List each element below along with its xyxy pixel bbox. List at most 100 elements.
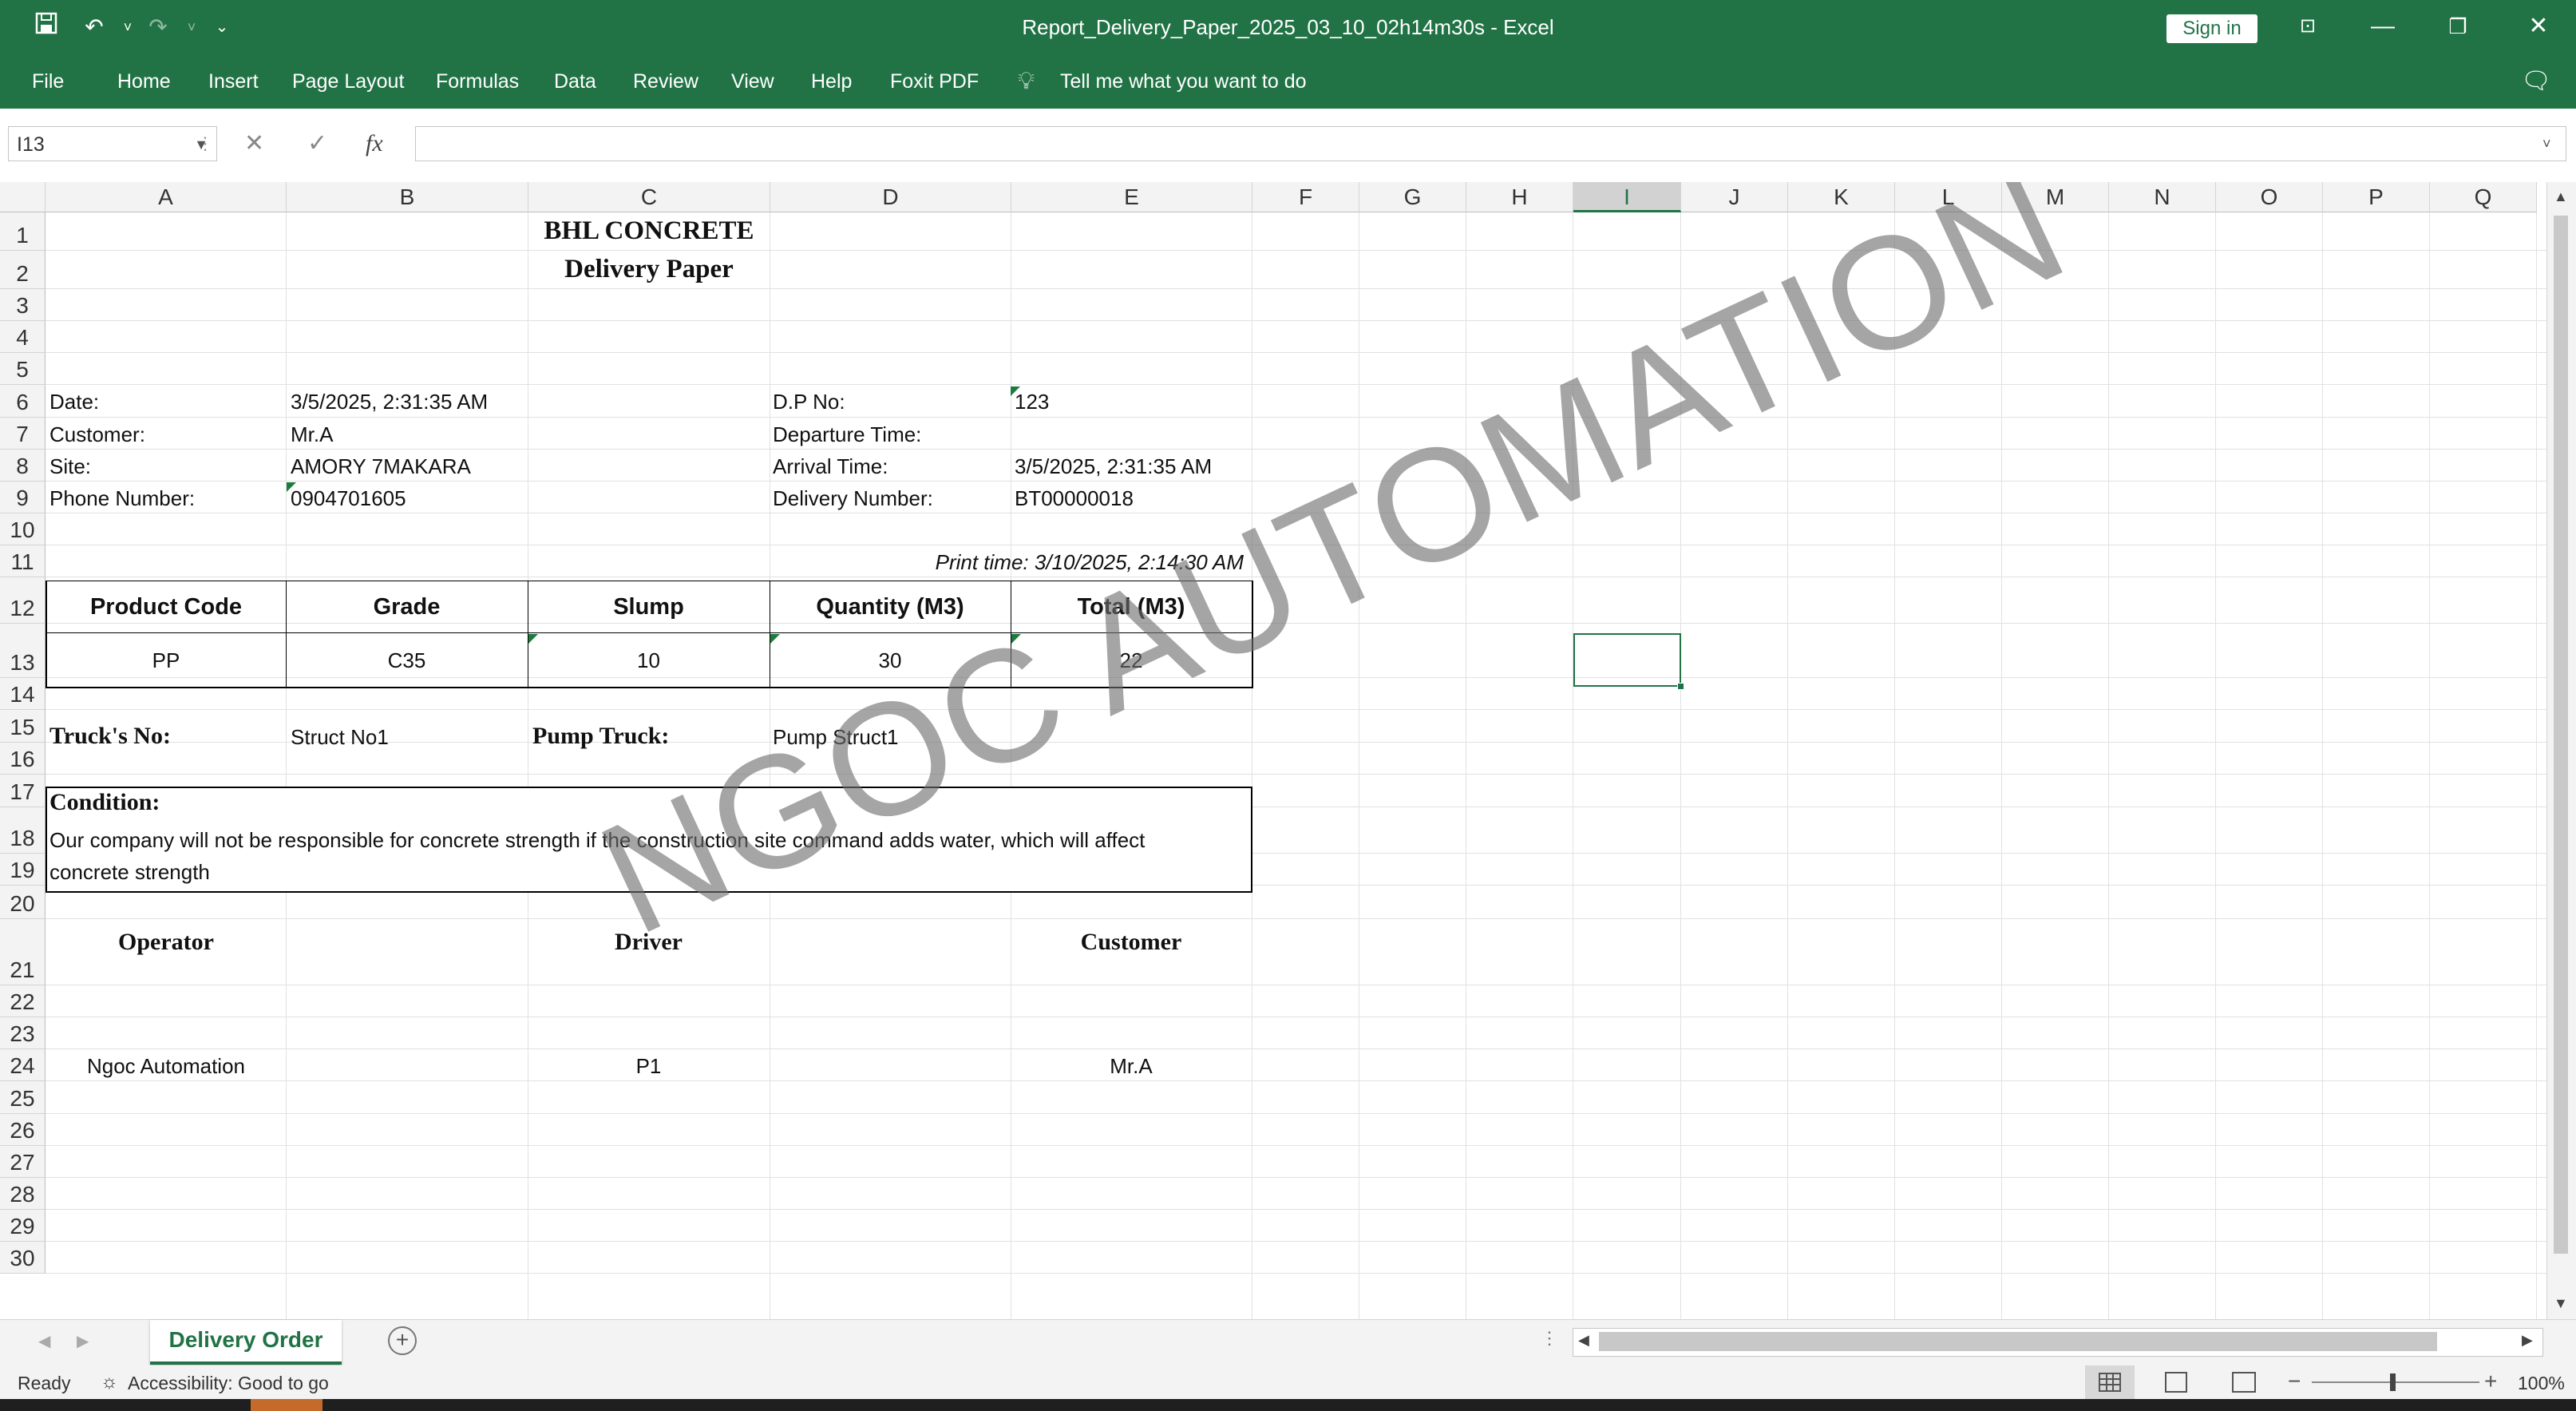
comments-icon[interactable]: 🗨︎ [2521, 54, 2551, 109]
column-header-j[interactable]: J [1681, 182, 1788, 212]
row-header-30[interactable]: 30 [0, 1242, 46, 1274]
row-header-2[interactable]: 2 [0, 251, 46, 289]
normal-view-button[interactable] [2085, 1365, 2135, 1399]
row-header-13[interactable]: 13 [0, 624, 46, 678]
dp-label: D.P No: [773, 390, 845, 414]
column-header-c[interactable]: C [528, 182, 770, 212]
scroll-up-icon[interactable]: ▲ [2554, 188, 2568, 205]
worksheet-grid[interactable]: ABCDEFGHIJKLMNOPQ 1 2 3 4 5 6 7 8 9 10 11 12 13 14 15 1… [0, 182, 2546, 1319]
column-header-i[interactable]: I [1573, 182, 1681, 212]
column-header-h[interactable]: H [1466, 182, 1573, 212]
column-header-a[interactable]: A [46, 182, 287, 212]
tab-help[interactable]: Help [811, 54, 852, 109]
horizontal-scroll-thumb[interactable] [1599, 1332, 2437, 1351]
column-header-f[interactable]: F [1252, 182, 1359, 212]
row-header-24[interactable]: 24 [0, 1049, 46, 1081]
insert-function-icon[interactable]: fx [366, 126, 383, 161]
more-options-icon[interactable]: ⋮ [196, 126, 214, 161]
name-box[interactable]: I13 ▼ [8, 126, 217, 161]
row-header-15[interactable]: 15 [0, 710, 46, 743]
row-header-1[interactable]: 1 [0, 212, 46, 251]
tab-home[interactable]: Home [117, 54, 171, 109]
selected-cell[interactable] [1573, 633, 1681, 687]
tell-me-search[interactable]: Tell me what you want to do [1060, 54, 1307, 109]
scroll-down-icon[interactable]: ▼ [2554, 1295, 2568, 1312]
page-break-preview-icon[interactable] [2232, 1372, 2256, 1393]
row-header-17[interactable]: 17 [0, 775, 46, 807]
zoom-in-icon[interactable]: + [2484, 1369, 2497, 1394]
row-header-9[interactable]: 9 [0, 482, 46, 513]
row-header-11[interactable]: 11 [0, 545, 46, 577]
zoom-level[interactable]: 100% [2518, 1373, 2565, 1394]
column-header-b[interactable]: B [287, 182, 528, 212]
confirm-entry-icon[interactable]: ✓ [307, 126, 327, 161]
row-header-21[interactable]: 21 [0, 919, 46, 985]
vertical-scrollbar[interactable]: ▲ ▼ [2546, 182, 2576, 1319]
column-header-q[interactable]: Q [2430, 182, 2537, 212]
accessibility-status[interactable]: Accessibility: Good to go [128, 1373, 329, 1394]
tab-data[interactable]: Data [554, 54, 596, 109]
tab-review[interactable]: Review [633, 54, 698, 109]
tab-foxit-pdf[interactable]: Foxit PDF [890, 54, 979, 109]
column-header-p[interactable]: P [2323, 182, 2430, 212]
restore-button[interactable]: ❐ [2420, 0, 2495, 54]
column-header-n[interactable]: N [2109, 182, 2216, 212]
sign-in-button[interactable]: Sign in [2166, 14, 2257, 43]
column-header-d[interactable]: D [770, 182, 1011, 212]
tab-formulas[interactable]: Formulas [436, 54, 519, 109]
column-header-g[interactable]: G [1359, 182, 1466, 212]
scroll-left-icon[interactable]: ◀ [1578, 1332, 1589, 1349]
minimize-button[interactable]: — [2345, 0, 2420, 54]
column-header-e[interactable]: E [1011, 182, 1252, 212]
row-header-16[interactable]: 16 [0, 743, 46, 775]
row-header-18[interactable]: 18 [0, 807, 46, 854]
cancel-entry-icon[interactable]: ✕ [244, 126, 264, 161]
vertical-scroll-thumb[interactable] [2554, 216, 2568, 1254]
row-header-29[interactable]: 29 [0, 1210, 46, 1242]
site-value: AMORY 7MAKARA [291, 454, 471, 478]
sheet-tab-bar: ◀ ▶ Delivery Order + ⋮ ◀ ▶ [0, 1319, 2576, 1366]
row-header-5[interactable]: 5 [0, 353, 46, 385]
sheet-prev-icon[interactable]: ◀ [38, 1331, 50, 1351]
row-header-6[interactable]: 6 [0, 385, 46, 418]
row-header-22[interactable]: 22 [0, 985, 46, 1017]
tab-view[interactable]: View [731, 54, 774, 109]
row-header-27[interactable]: 27 [0, 1146, 46, 1178]
gridline [46, 1145, 2546, 1146]
row-header-19[interactable]: 19 [0, 854, 46, 886]
formula-input[interactable] [415, 126, 2566, 161]
add-sheet-icon[interactable]: + [388, 1326, 417, 1355]
page-layout-view-icon[interactable] [2165, 1372, 2187, 1393]
sheet-tab-delivery-order[interactable]: Delivery Order [150, 1320, 342, 1365]
zoom-out-icon[interactable]: − [2288, 1369, 2301, 1394]
zoom-slider-thumb[interactable] [2390, 1373, 2396, 1391]
row-header-10[interactable]: 10 [0, 513, 46, 545]
row-header-8[interactable]: 8 [0, 450, 46, 482]
gridline [2429, 212, 2430, 1319]
scroll-right-icon[interactable]: ▶ [2522, 1332, 2533, 1349]
row-header-3[interactable]: 3 [0, 289, 46, 321]
zoom-slider[interactable] [2312, 1381, 2479, 1383]
select-all-corner[interactable] [0, 182, 46, 212]
row-header-25[interactable]: 25 [0, 1081, 46, 1114]
fill-handle[interactable] [1677, 683, 1684, 690]
row-header-7[interactable]: 7 [0, 418, 46, 450]
tab-file[interactable]: File [32, 54, 64, 109]
column-header-o[interactable]: O [2216, 182, 2323, 212]
ribbon-display-options-icon[interactable]: ⊡ [2270, 0, 2345, 54]
row-header-20[interactable]: 20 [0, 886, 46, 919]
horizontal-scrollbar[interactable]: ◀ ▶ [1573, 1328, 2543, 1357]
row-header-23[interactable]: 23 [0, 1017, 46, 1049]
row-header-14[interactable]: 14 [0, 678, 46, 710]
row-header-28[interactable]: 28 [0, 1178, 46, 1210]
row-header-26[interactable]: 26 [0, 1114, 46, 1146]
expand-formula-bar-icon[interactable]: ˅ [2542, 126, 2551, 161]
sheet-next-icon[interactable]: ▶ [77, 1331, 89, 1351]
tab-splitter-icon[interactable]: ⋮ [1541, 1328, 1558, 1349]
tab-insert[interactable]: Insert [208, 54, 259, 109]
tab-page-layout[interactable]: Page Layout [292, 54, 404, 109]
arrival-label: Arrival Time: [773, 454, 888, 478]
row-header-4[interactable]: 4 [0, 321, 46, 353]
close-button[interactable]: ✕ [2501, 0, 2576, 54]
row-header-12[interactable]: 12 [0, 577, 46, 624]
